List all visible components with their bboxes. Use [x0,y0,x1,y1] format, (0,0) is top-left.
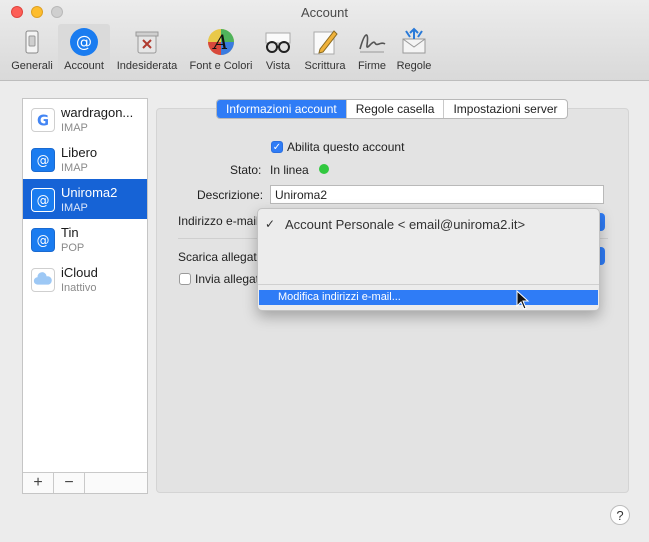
account-item-tin[interactable]: @ Tin POP [23,219,147,259]
enable-account-checkbox[interactable]: ✓ [271,141,283,153]
toolbar-generali[interactable]: Generali [8,24,56,76]
toolbar-vista[interactable]: Vista [261,24,295,76]
at-sign-icon: @ [31,228,55,252]
cloud-icon [31,268,55,292]
svg-text:G: G [37,113,49,130]
svg-text:@: @ [76,32,92,51]
account-item-uniroma2[interactable]: @ Uniroma2 IMAP [23,179,147,219]
checkmark-icon: ✓ [265,217,276,231]
signature-icon [359,34,386,53]
account-item-wardragon[interactable]: G wardragon... IMAP [23,99,147,139]
google-icon: G [31,108,55,132]
accounts-list[interactable]: G wardragon... IMAP @ Libero IMAP @ Unir… [22,98,148,494]
title-bar: Account Generali @ Account Indesiderata … [0,0,649,81]
tab-impostazioni-server[interactable]: Impostazioni server [443,100,566,118]
account-item-libero[interactable]: @ Libero IMAP [23,139,147,179]
enable-account-label: Abilita questo account [287,140,405,154]
description-input[interactable]: Uniroma2 [270,185,604,204]
status-value: In linea [270,163,309,177]
send-attachments-label: Invia allegat [195,272,257,286]
svg-text:@: @ [37,154,50,169]
send-attachments-checkbox[interactable] [179,273,191,285]
email-address-menu: ✓ Account Personale < email@uniroma2.it>… [257,208,600,311]
mouse-pointer-icon [516,290,530,310]
rules-envelope-icon [402,27,426,54]
glasses-icon [265,32,291,53]
pencil-compose-icon [313,30,338,55]
tab-regole-casella[interactable]: Regole casella [345,100,444,118]
menu-separator [258,284,599,285]
description-label: Descrizione: [197,188,264,202]
toolbar-indesiderata[interactable]: Indesiderata [113,24,181,76]
account-item-icloud[interactable]: iCloud Inattivo [23,259,147,299]
menu-item-edit-addresses-label: Modifica indirizzi e-mail... [278,291,401,303]
toolbar-firme[interactable]: Firme [354,24,390,76]
online-status-dot [319,164,329,174]
window-title: Account [301,5,348,20]
at-sign-icon: @ [31,188,55,212]
account-tabs: Informazioni account Regole casella Impo… [216,99,568,119]
toolbar-account[interactable]: @ Account [58,24,110,76]
general-switch-icon [25,30,39,54]
toolbar-font-colori[interactable]: A Font e Colori [185,24,257,76]
preferences-toolbar: Generali @ Account Indesiderata A Font e… [0,24,649,78]
menu-item-account-personale[interactable]: Account Personale < email@uniroma2.it> [285,217,525,232]
toolbar-regole[interactable]: Regole [394,24,434,76]
menu-item-edit-addresses[interactable]: Modifica indirizzi e-mail... [259,290,598,305]
svg-text:A: A [212,30,228,54]
font-colors-icon: A [208,29,234,55]
help-button[interactable]: ? [610,505,630,525]
toolbar-scrittura[interactable]: Scrittura [300,24,350,76]
download-attachments-label: Scarica allegati [178,250,257,264]
trash-junk-icon [135,31,159,54]
tab-informazioni-account[interactable]: Informazioni account [217,100,346,118]
at-sign-icon: @ [31,148,55,172]
at-sign-icon: @ [70,28,98,56]
add-account-button[interactable]: + [23,473,54,493]
svg-text:@: @ [37,194,50,209]
status-label: Stato: [230,163,262,177]
remove-account-button[interactable]: − [54,473,85,493]
accounts-list-footer: + − [23,472,147,493]
svg-text:@: @ [37,234,50,249]
email-address-label: Indirizzo e-mail [178,214,257,228]
